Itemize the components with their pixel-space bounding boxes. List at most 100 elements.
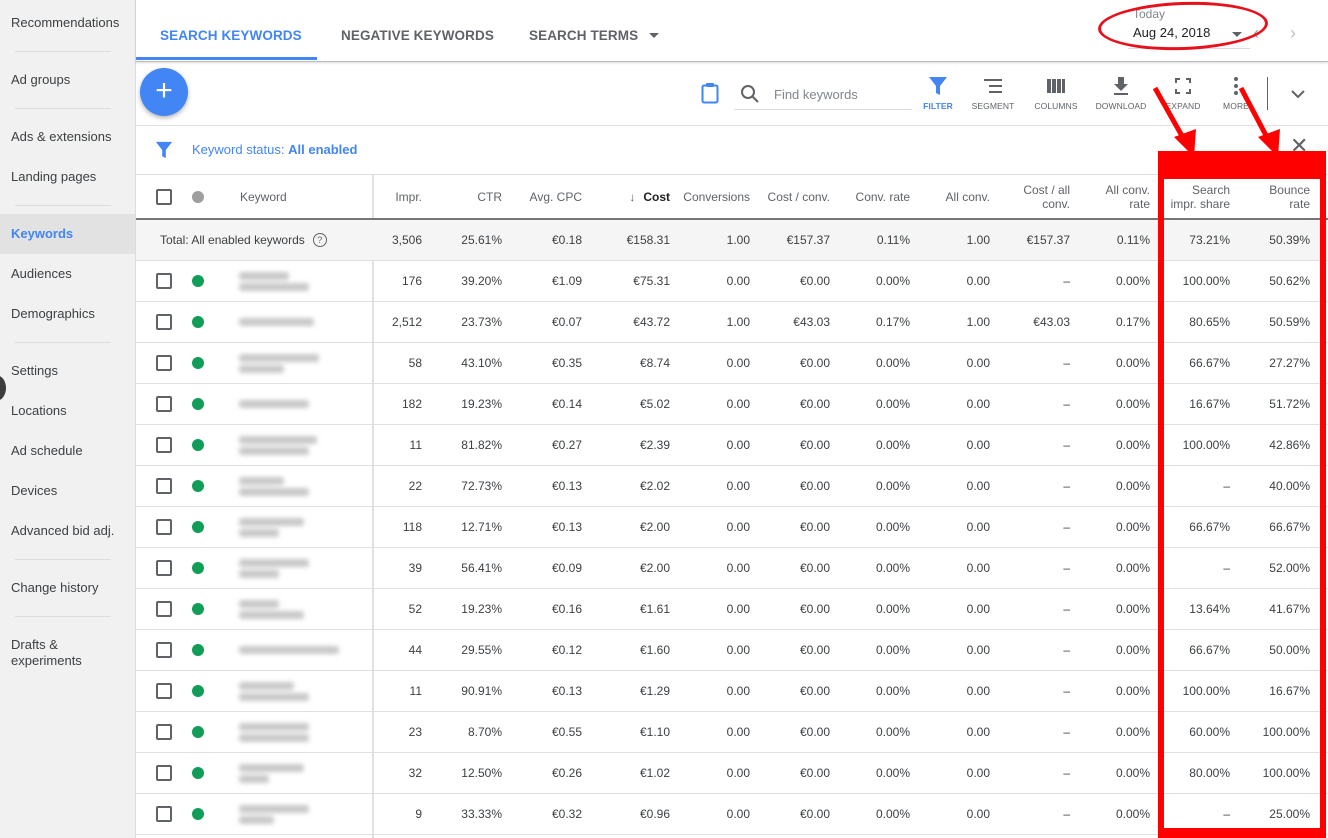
sidebar-item-ad-schedule[interactable]: Ad schedule (0, 443, 135, 459)
download-button[interactable]: DOWNLOAD (1091, 76, 1151, 111)
add-keyword-button[interactable]: + (140, 68, 188, 116)
cell-cost-conv: €0.00 (799, 725, 830, 739)
tab-more-caret-icon[interactable] (649, 33, 659, 38)
sidebar-item-drafts-experiments[interactable]: Drafts & experiments (0, 637, 90, 669)
close-filter-icon[interactable]: ✕ (1290, 135, 1308, 157)
find-keywords-input[interactable] (734, 80, 912, 110)
cell-impr: 23 (408, 725, 422, 739)
row-checkbox[interactable] (156, 519, 172, 535)
arrow-down-icon: ↓ (629, 189, 636, 204)
cell-ctr: 19.23% (461, 602, 502, 616)
tab-search-terms[interactable]: SEARCH TERMS (529, 28, 638, 43)
filter-button[interactable]: FILTER (908, 76, 968, 111)
row-checkbox[interactable] (156, 765, 172, 781)
keyword-text-redacted[interactable] (239, 269, 309, 294)
cell-search-impr-share: 66.67% (1189, 520, 1230, 534)
keyword-text-redacted[interactable] (239, 679, 309, 704)
row-checkbox[interactable] (156, 560, 172, 576)
cell-conversions: 0.00 (726, 438, 750, 452)
keyword-text-redacted[interactable] (239, 351, 319, 376)
sidebar-item-ads-extensions[interactable]: Ads & extensions (0, 129, 135, 145)
select-all-checkbox[interactable] (156, 188, 172, 205)
cell-search-impr-share: – (1223, 561, 1230, 575)
sidebar-item-change-history[interactable]: Change history (0, 580, 135, 596)
date-picker-underline (1128, 48, 1250, 49)
header-ctr[interactable]: CTR (477, 175, 502, 218)
cell-impr: 22 (408, 479, 422, 493)
clipboard-icon[interactable] (701, 82, 719, 104)
download-icon (1114, 77, 1128, 95)
previous-period-chevron-icon[interactable]: ‹ (1253, 23, 1259, 44)
expand-label: EXPAND (1165, 101, 1201, 111)
row-checkbox[interactable] (156, 355, 172, 371)
keyword-text-redacted[interactable] (239, 643, 339, 657)
expand-button[interactable]: EXPAND (1153, 76, 1213, 111)
cell-bounce-rate: 41.67% (1269, 602, 1310, 616)
segment-button[interactable]: SEGMENT (963, 76, 1023, 111)
header-impr[interactable]: Impr. (395, 175, 422, 218)
keyword-text-redacted[interactable] (239, 433, 317, 458)
sidebar-item-settings[interactable]: Settings (0, 363, 135, 379)
sidebar-divider (15, 559, 111, 560)
cell-conv-rate: 0.00% (875, 684, 910, 698)
chevron-down-icon[interactable] (1290, 86, 1306, 102)
row-checkbox[interactable] (156, 601, 172, 617)
cell-all-conv-rate: 0.00% (1115, 807, 1150, 821)
sidebar-divider (15, 108, 111, 109)
sidebar-item-devices[interactable]: Devices (0, 483, 135, 499)
sidebar-item-ad-groups[interactable]: Ad groups (0, 72, 135, 88)
row-checkbox[interactable] (156, 724, 172, 740)
header-conv-rate[interactable]: Conv. rate (856, 175, 910, 218)
header-search-impr-share[interactable]: Search impr. share (1164, 175, 1230, 218)
date-range-picker[interactable]: Aug 24, 2018 (1133, 25, 1210, 40)
header-all-conv-rate[interactable]: All conv. rate (1098, 175, 1150, 218)
keyword-text-redacted[interactable] (239, 397, 309, 411)
cell-all-conv-rate: 0.00% (1115, 725, 1150, 739)
header-keyword[interactable]: Keyword (240, 175, 287, 218)
sidebar-item-landing-pages[interactable]: Landing pages (0, 169, 135, 185)
table-row: 23 8.70% €0.55 €1.10 0.00 €0.00 0.00% 0.… (136, 712, 1328, 753)
header-cost-conv[interactable]: Cost / conv. (768, 175, 830, 218)
row-checkbox[interactable] (156, 273, 172, 289)
sidebar-item-advanced-bid-adj[interactable]: Advanced bid adj. (0, 523, 135, 539)
keyword-text-redacted[interactable] (239, 802, 309, 827)
row-checkbox[interactable] (156, 806, 172, 822)
sidebar-item-audiences[interactable]: Audiences (0, 266, 135, 282)
keyword-text-redacted[interactable] (239, 761, 304, 786)
header-cost[interactable]: ↓ Cost (629, 175, 670, 218)
tab-negative-keywords[interactable]: NEGATIVE KEYWORDS (341, 28, 494, 43)
filter-chip[interactable]: Keyword status: All enabled (192, 142, 357, 157)
table-row: 11 81.82% €0.27 €2.39 0.00 €0.00 0.00% 0… (136, 425, 1328, 466)
keyword-text-redacted[interactable] (239, 556, 309, 581)
sidebar-item-recommendations[interactable]: Recommendations (0, 15, 135, 31)
header-all-conv[interactable]: All conv. (920, 175, 990, 218)
header-bounce-rate[interactable]: Bounce rate (1262, 175, 1310, 218)
header-cost-all-conv[interactable]: Cost / all conv. (1010, 175, 1070, 218)
sidebar-item-locations[interactable]: Locations (0, 403, 135, 419)
row-checkbox[interactable] (156, 642, 172, 658)
row-checkbox[interactable] (156, 396, 172, 412)
cell-cost-conv: €0.00 (799, 684, 830, 698)
keyword-text-redacted[interactable] (239, 515, 304, 540)
table-total-row: Total: All enabled keywords? 3,506 25.61… (136, 220, 1328, 261)
tab-search-keywords[interactable]: SEARCH KEYWORDS (160, 28, 302, 43)
next-period-chevron-icon[interactable]: › (1290, 23, 1296, 44)
row-checkbox[interactable] (156, 683, 172, 699)
sidebar-item-keywords[interactable]: Keywords (0, 214, 135, 254)
cell-ctr: 81.82% (461, 438, 502, 452)
more-button[interactable]: MORE (1206, 76, 1266, 111)
sidebar-item-demographics[interactable]: Demographics (0, 306, 135, 322)
header-conversions[interactable]: Conversions (683, 175, 750, 218)
row-checkbox[interactable] (156, 478, 172, 494)
columns-button[interactable]: COLUMNS (1026, 76, 1086, 111)
keyword-text-redacted[interactable] (239, 474, 309, 499)
row-checkbox[interactable] (156, 314, 172, 330)
help-icon[interactable]: ? (312, 233, 327, 247)
plus-icon: + (155, 74, 173, 107)
header-avg-cpc[interactable]: Avg. CPC (530, 175, 582, 218)
keyword-text-redacted[interactable] (239, 315, 314, 329)
date-dropdown-caret-icon[interactable] (1232, 32, 1242, 37)
keyword-text-redacted[interactable] (239, 720, 309, 745)
row-checkbox[interactable] (156, 437, 172, 453)
keyword-text-redacted[interactable] (239, 597, 304, 622)
